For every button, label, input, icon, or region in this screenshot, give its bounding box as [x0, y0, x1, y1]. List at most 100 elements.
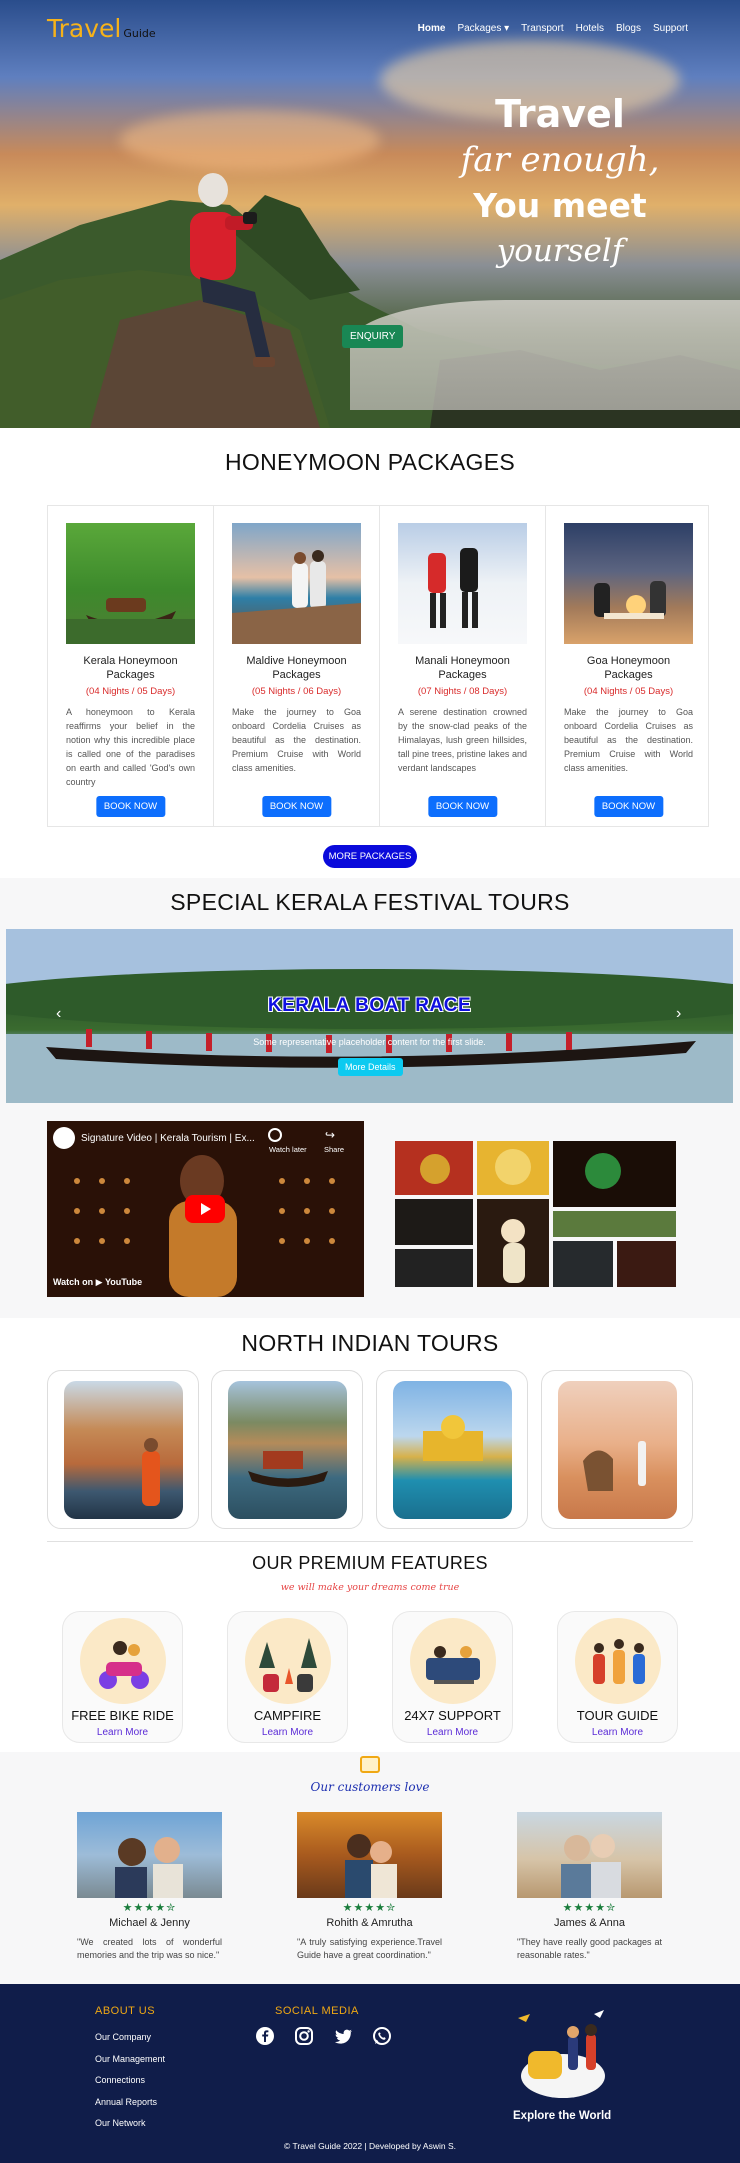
package-title: Goa Honeymoon Packages — [586, 655, 671, 681]
footer-link-network[interactable]: Our Network — [95, 2113, 165, 2135]
package-card-manali: Manali Honeymoon Packages (07 Nights / 0… — [380, 506, 546, 826]
hero-line-1: Travel — [495, 92, 625, 136]
learn-more-link[interactable]: Learn More — [393, 1727, 512, 1738]
package-description: A honeymoon to Kerala reaffirms your bel… — [66, 707, 195, 787]
play-button-icon[interactable] — [185, 1195, 225, 1223]
tour-image-varanasi — [64, 1381, 183, 1519]
feature-name: 24X7 SUPPORT — [404, 1708, 501, 1723]
package-image-goa — [564, 523, 693, 644]
kerala-title: SPECIAL KERALA FESTIVAL TOURS — [170, 889, 570, 915]
package-card-maldive: Maldive Honeymoon Packages (05 Nights / … — [214, 506, 380, 826]
tour-guide-icon — [575, 1618, 661, 1704]
twitter-icon[interactable] — [333, 2026, 353, 2046]
learn-more-link[interactable]: Learn More — [228, 1727, 347, 1738]
enquiry-button[interactable]: ENQUIRY — [342, 325, 404, 348]
package-image-maldive — [232, 523, 361, 644]
book-now-button[interactable]: BOOK NOW — [95, 796, 166, 817]
main-nav: Home Packages ▾ Transport Hotels Blogs S… — [418, 23, 688, 34]
testimonial-card: ★★★★✮ Rohith & Amrutha "A truly satisfyi… — [297, 1812, 442, 1962]
tour-image-kashmir — [228, 1381, 347, 1519]
hero-tagline: Travel far enough, You meet yourself — [410, 92, 710, 269]
customer-name: Michael & Jenny — [109, 1917, 190, 1929]
nav-transport[interactable]: Transport — [521, 23, 563, 34]
book-now-button[interactable]: BOOK NOW — [593, 796, 664, 817]
tour-card-rajasthan[interactable] — [541, 1370, 693, 1529]
channel-avatar[interactable] — [53, 1127, 75, 1149]
carousel-slide-title: KERALA BOAT RACE — [267, 995, 472, 1016]
package-duration: (05 Nights / 06 Days) — [251, 686, 342, 697]
youtube-video-embed[interactable]: Signature Video | Kerala Tourism | Ex...… — [47, 1121, 364, 1297]
customer-quote: "We created lots of wonderful memories a… — [77, 1937, 222, 1960]
footer-link-annual-reports[interactable]: Annual Reports — [95, 2092, 165, 2114]
feature-name: TOUR GUIDE — [576, 1708, 659, 1723]
book-now-button[interactable]: BOOK NOW — [261, 796, 332, 817]
features-subtitle: we will make your dreams come true — [280, 1582, 460, 1593]
package-card-kerala: Kerala Honeymoon Packages (04 Nights / 0… — [48, 506, 214, 826]
testimonial-card: ★★★★✮ James & Anna "They have really goo… — [517, 1812, 662, 1962]
rating-stars: ★★★★✮ — [342, 1902, 397, 1914]
package-duration: (04 Nights / 05 Days) — [583, 686, 674, 697]
nav-hotels[interactable]: Hotels — [576, 23, 604, 34]
package-duration: (07 Nights / 08 Days) — [417, 686, 508, 697]
learn-more-link[interactable]: Learn More — [63, 1727, 182, 1738]
customer-quote: "They have really good packages at reaso… — [517, 1937, 662, 1960]
hero-line-4: yourself — [496, 233, 624, 269]
testimonial-photo — [77, 1812, 222, 1898]
more-details-button[interactable]: More Details — [338, 1058, 403, 1076]
feature-card-campfire[interactable]: CAMPFIRE Learn More — [227, 1611, 348, 1743]
watch-on-youtube[interactable]: Watch on ▶ YouTube — [53, 1277, 142, 1288]
facebook-icon[interactable] — [255, 2026, 275, 2046]
features-title: OUR PREMIUM FEATURES — [252, 1553, 488, 1573]
package-description: Make the journey to Goa onboard Cordelia… — [232, 707, 361, 773]
about-us-heading: ABOUT US — [95, 2005, 156, 2017]
honeymoon-title: HONEYMOON PACKAGES — [225, 449, 515, 475]
honeymoon-packages-grid: Kerala Honeymoon Packages (04 Nights / 0… — [47, 505, 709, 827]
more-packages-button[interactable]: MORE PACKAGES — [323, 845, 417, 868]
feature-card-bike[interactable]: FREE BIKE RIDE Learn More — [62, 1611, 183, 1743]
kerala-culture-collage — [395, 1141, 676, 1287]
explore-world-text: Explore the World — [513, 2110, 612, 2122]
clock-icon[interactable] — [268, 1128, 282, 1142]
tour-card-varanasi[interactable] — [47, 1370, 199, 1529]
book-now-button[interactable]: BOOK NOW — [427, 796, 498, 817]
tour-card-amritsar[interactable] — [376, 1370, 528, 1529]
nav-support[interactable]: Support — [653, 23, 688, 34]
feature-card-tour-guide[interactable]: TOUR GUIDE Learn More — [557, 1611, 678, 1743]
footer-link-connections[interactable]: Connections — [95, 2070, 165, 2092]
social-icons — [255, 2026, 392, 2046]
nav-blogs[interactable]: Blogs — [616, 23, 641, 34]
hero-line-3: You meet — [473, 186, 647, 225]
north-tours-title: NORTH INDIAN TOURS — [241, 1330, 499, 1356]
nav-home[interactable]: Home — [418, 23, 446, 34]
tour-image-golden-temple — [393, 1381, 512, 1519]
tour-image-desert — [558, 1381, 677, 1519]
share-label[interactable]: Share — [324, 1145, 344, 1154]
package-description: Make the journey to Goa onboard Cordelia… — [564, 707, 693, 773]
tour-card-kashmir[interactable] — [211, 1370, 363, 1529]
copyright-text: © Travel Guide 2022 | Developed by Aswin… — [284, 2141, 456, 2151]
social-media-heading: SOCIAL MEDIA — [275, 2005, 359, 2017]
rating-stars: ★★★★✮ — [122, 1902, 177, 1914]
video-title[interactable]: Signature Video | Kerala Tourism | Ex... — [81, 1133, 271, 1144]
customer-name: Rohith & Amrutha — [326, 1917, 413, 1929]
instagram-icon[interactable] — [294, 2026, 314, 2046]
share-icon[interactable]: ↪ — [325, 1128, 335, 1142]
watch-later-label[interactable]: Watch later — [269, 1145, 307, 1154]
hero-traveler — [190, 173, 275, 367]
whatsapp-icon[interactable] — [372, 2026, 392, 2046]
nav-packages-dropdown[interactable]: Packages ▾ — [457, 23, 509, 34]
feature-card-support[interactable]: 24X7 SUPPORT Learn More — [392, 1611, 513, 1743]
support-icon — [410, 1618, 496, 1704]
bike-icon — [80, 1618, 166, 1704]
package-card-goa: Goa Honeymoon Packages (04 Nights / 05 D… — [546, 506, 711, 826]
customer-quote: "A truly satisfying experience.Travel Gu… — [297, 1937, 442, 1960]
hero-banner: Travel Guide Home Packages ▾ Transport Ho… — [0, 0, 740, 428]
brand-logo[interactable]: Travel Guide — [47, 14, 156, 43]
footer-link-company[interactable]: Our Company — [95, 2027, 165, 2049]
hero-sea-of-clouds — [350, 300, 740, 410]
learn-more-link[interactable]: Learn More — [558, 1727, 677, 1738]
campfire-icon — [245, 1618, 331, 1704]
feature-name: CAMPFIRE — [253, 1708, 322, 1723]
footer-link-management[interactable]: Our Management — [95, 2049, 165, 2071]
package-duration: (04 Nights / 05 Days) — [85, 686, 176, 697]
